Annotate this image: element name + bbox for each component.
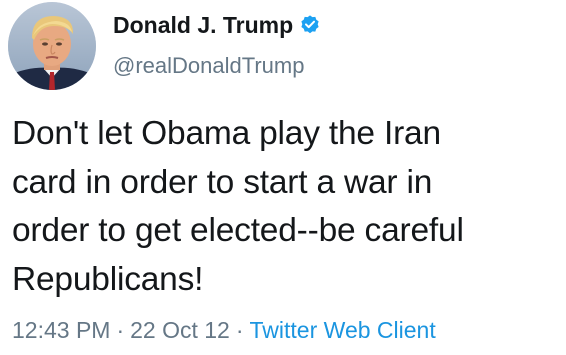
author-row: Donald J. Trump [113,10,321,40]
verified-badge-icon [299,14,321,36]
avatar[interactable] [8,2,96,90]
display-name[interactable]: Donald J. Trump [113,10,293,40]
tweet-time[interactable]: 12:43 PM [12,315,110,345]
tweet-date[interactable]: 22 Oct 12 [130,315,230,345]
tweet-card: Donald J. Trump @realDonaldTrump Don't l… [0,0,566,355]
tweet-meta: 12:43 PM · 22 Oct 12 · Twitter Web Clien… [12,315,436,345]
tweet-text: Don't let Obama play the Iran card in or… [12,115,464,298]
author-handle[interactable]: @realDonaldTrump [113,52,304,80]
tweet-source-client[interactable]: Twitter Web Client [250,315,436,345]
meta-separator: · [235,317,244,343]
meta-separator: · [116,317,125,343]
